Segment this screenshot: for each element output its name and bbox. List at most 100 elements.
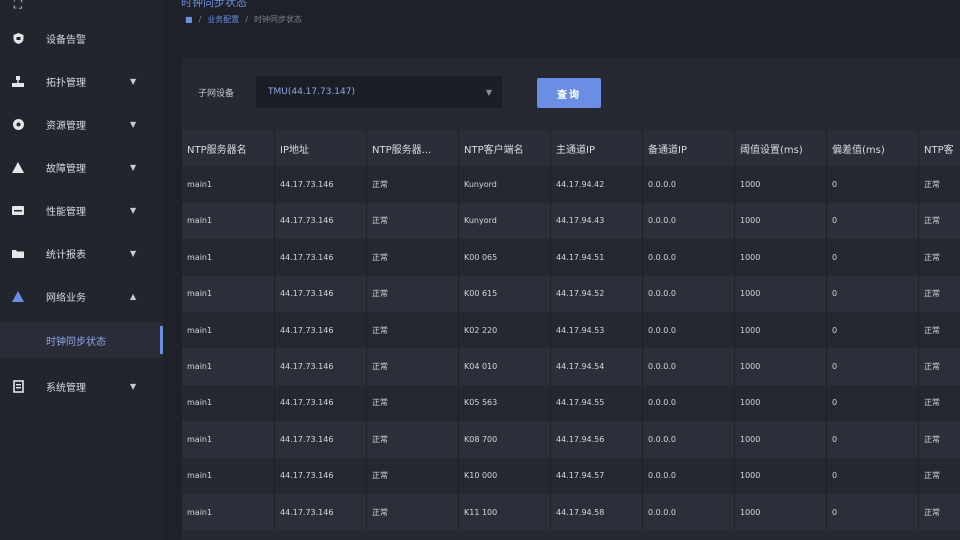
table-cell: 1000 xyxy=(735,311,827,349)
sidebar-item-label: 网络业务 xyxy=(46,292,86,304)
table-row[interactable]: main1 44.17.73.146 正常 K00 615 44.17.94.52 0.0… xyxy=(182,275,960,312)
table-cell: 0 xyxy=(827,202,919,240)
table-cell: main1 xyxy=(182,421,275,458)
column-header[interactable]: NTP服务器名 xyxy=(182,130,275,167)
table-row[interactable]: main1 44.17.73.146 正常 Kunyord 44.17.94.42 0.0… xyxy=(182,166,960,203)
home-icon[interactable]: ■ xyxy=(185,15,193,24)
table-row[interactable]: main1 44.17.73.146 正常 K02 220 44.17.94.53 0.0… xyxy=(182,311,960,349)
sidebar-item-label: 时钟同步状态 xyxy=(46,336,106,348)
table-row[interactable]: main1 44.17.73.146 正常 K00 065 44.17.94.51 0.0… xyxy=(182,239,960,276)
table-cell: main1 xyxy=(182,239,275,276)
column-header[interactable]: NTP服务器... xyxy=(367,130,459,167)
table-cell: 44.17.73.146 xyxy=(275,348,367,385)
folder-icon xyxy=(10,245,26,261)
table-cell: main1 xyxy=(182,348,275,385)
column-header[interactable]: 备通道IP xyxy=(643,130,735,167)
table-cell: 0 xyxy=(827,457,919,494)
table-row[interactable]: main1 44.17.73.146 正常 K05 563 44.17.94.55 0.0… xyxy=(182,384,960,422)
table-cell: K04 010 xyxy=(459,348,551,385)
column-header[interactable]: NTP客 xyxy=(919,130,960,166)
table-cell: 44.17.94.51 xyxy=(551,239,643,276)
sidebar-item-topology[interactable]: 拓扑管理 ▼ xyxy=(0,63,163,99)
breadcrumb-separator: / xyxy=(245,15,248,24)
filter-label: 子网设备 xyxy=(198,89,235,99)
table-cell: 1000 xyxy=(735,493,827,531)
table-cell: 0 xyxy=(827,239,919,276)
sidebar-item-report[interactable]: 统计报表 ▼ xyxy=(0,235,163,271)
table-cell: 0 xyxy=(827,166,919,203)
sidebar-item-network[interactable]: 网络业务 ▲ xyxy=(0,278,163,314)
table-cell: Kunyord xyxy=(459,166,551,203)
table-cell: 44.17.94.43 xyxy=(551,202,643,240)
table-cell: 44.17.94.56 xyxy=(551,421,643,458)
table-cell: 正常 xyxy=(919,494,960,530)
table-row[interactable]: main1 44.17.73.146 正常 Kunyord 44.17.94.43 0.0… xyxy=(182,202,960,240)
table-cell: 0 xyxy=(827,384,919,422)
monitor-icon: ⛶ xyxy=(13,0,23,11)
sidebar-item-label: 拓扑管理 xyxy=(46,77,86,89)
column-header[interactable]: 阈值设置(ms) xyxy=(735,130,827,167)
table-cell: 1000 xyxy=(735,166,827,203)
shield-icon xyxy=(10,30,26,46)
sidebar-item-fault[interactable]: 故障管理 ▼ xyxy=(0,149,163,185)
column-header[interactable]: IP地址 xyxy=(275,130,367,167)
table-cell: 0.0.0.0 xyxy=(643,202,735,240)
sidebar-item-system[interactable]: 系统管理 ▼ xyxy=(0,368,163,404)
table-cell: 正常 xyxy=(367,239,459,276)
main-panel: 子网设备 TMU(44.17.73.147) ▼ 查询 NTP服务器名 IP地址 N… xyxy=(182,58,960,540)
table-cell: 正常 xyxy=(919,458,960,494)
table-cell: 44.17.94.53 xyxy=(551,311,643,349)
table-cell: main1 xyxy=(182,202,275,240)
table-cell: 0.0.0.0 xyxy=(643,348,735,385)
table-cell: 1000 xyxy=(735,384,827,422)
active-indicator xyxy=(160,326,163,354)
chevron-down-icon: ▼ xyxy=(130,205,137,215)
device-select[interactable]: TMU(44.17.73.147) ▼ xyxy=(256,76,502,108)
chevron-down-icon: ▼ xyxy=(130,162,137,172)
sidebar-item-label: 统计报表 xyxy=(46,249,86,261)
table-cell: 0 xyxy=(827,493,919,531)
header: 时钟同步状态 ■ / 业务配置 / 时钟同步状态 xyxy=(163,0,960,56)
sidebar-subitem-clock-sync[interactable]: 时钟同步状态 xyxy=(0,322,163,358)
table-row[interactable]: main1 44.17.73.146 正常 K08 700 44.17.94.56 0.0… xyxy=(182,421,960,458)
table-cell: 1000 xyxy=(735,421,827,458)
table-cell: 正常 xyxy=(367,275,459,312)
table-cell: 44.17.73.146 xyxy=(275,384,367,422)
column-header[interactable]: 偏差值(ms) xyxy=(827,130,919,167)
table-cell: 44.17.73.146 xyxy=(275,275,367,312)
column-header[interactable]: NTP客户端名 xyxy=(459,130,551,167)
column-header[interactable]: 主通道IP xyxy=(551,130,643,167)
breadcrumb-section[interactable]: 业务配置 xyxy=(207,14,239,25)
table-row[interactable]: main1 44.17.73.146 正常 K11 100 44.17.94.58 0.0… xyxy=(182,493,960,531)
sidebar-item-label: 故障管理 xyxy=(46,163,86,175)
sidebar-item-resource[interactable]: 资源管理 ▼ xyxy=(0,106,163,142)
table-cell: K00 615 xyxy=(459,275,551,312)
table-cell: 正常 xyxy=(919,312,960,348)
filter-bar: 子网设备 TMU(44.17.73.147) ▼ 查询 xyxy=(182,76,960,110)
query-button[interactable]: 查询 xyxy=(537,78,601,108)
table-cell: main1 xyxy=(182,311,275,349)
sidebar-item-top[interactable]: ⛶ xyxy=(0,0,163,22)
warning-icon xyxy=(10,159,26,175)
table-cell: 正常 xyxy=(919,348,960,384)
breadcrumb-current: 时钟同步状态 xyxy=(253,15,302,24)
table-cell: 正常 xyxy=(367,311,459,349)
table-cell: 正常 xyxy=(919,239,960,275)
device-select-value: TMU(44.17.73.147) xyxy=(268,87,355,97)
sidebar-item-performance[interactable]: 性能管理 ▼ xyxy=(0,192,163,228)
table-cell: 0 xyxy=(827,275,919,312)
table-cell: 正常 xyxy=(367,384,459,422)
table-header-row: NTP服务器名 IP地址 NTP服务器... NTP客户端名 主通道IP 备通道IP 阈值设… xyxy=(182,130,960,167)
table-cell: 正常 xyxy=(367,202,459,240)
table-cell: Kunyord xyxy=(459,202,551,240)
resource-icon xyxy=(10,116,26,132)
table-row[interactable]: main1 44.17.73.146 正常 K04 010 44.17.94.54 0.0… xyxy=(182,348,960,385)
table-cell: 44.17.94.58 xyxy=(551,493,643,531)
table-cell: main1 xyxy=(182,275,275,312)
chevron-down-icon: ▼ xyxy=(130,248,137,258)
table-cell: K08 700 xyxy=(459,421,551,458)
table-cell: 1000 xyxy=(735,457,827,494)
sidebar-item-alarm[interactable]: 设备告警 xyxy=(0,20,163,56)
table-row[interactable]: main1 44.17.73.146 正常 K10 000 44.17.94.57 0.0… xyxy=(182,457,960,494)
sidebar-item-label: 系统管理 xyxy=(46,382,86,394)
